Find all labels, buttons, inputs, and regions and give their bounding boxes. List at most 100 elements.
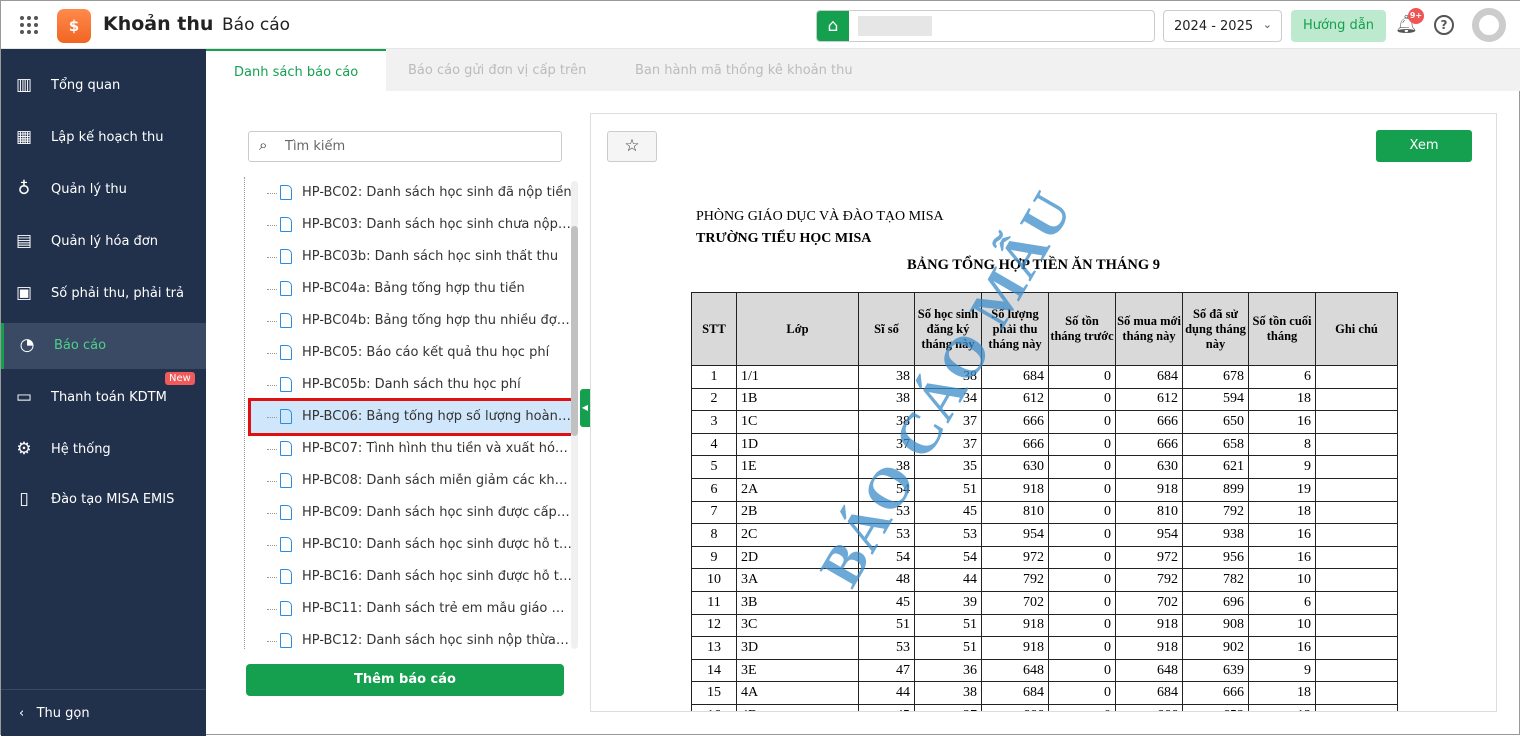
table-cell [1315, 455, 1398, 479]
avatar[interactable] [1472, 8, 1506, 42]
report-item[interactable]: HP-BC16: Danh sách học sinh được hỗ trợ … [251, 561, 571, 593]
table-cell [1315, 658, 1398, 683]
report-item-label: HP-BC03: Danh sách học sinh chưa nộp/nợ … [302, 217, 571, 232]
table-cell: 0 [1048, 523, 1116, 547]
table-cell: 0 [1048, 477, 1116, 502]
report-item[interactable]: HP-BC11: Danh sách trẻ em mẫu giáo được … [251, 593, 571, 625]
table-cell: 902 [1182, 636, 1249, 660]
table-cell: 0 [1048, 658, 1116, 683]
report-item-label: HP-BC04b: Bảng tổng hợp thu nhiều đợt/nh… [302, 313, 571, 328]
table-cell: 53 [858, 636, 915, 660]
table-cell: 653 [1182, 703, 1249, 711]
app-grid-icon[interactable] [20, 16, 38, 34]
column-header: Sĩ số [858, 292, 915, 366]
collapse-button[interactable]: ‹ Thu gọn [1, 689, 206, 736]
search-icon: ⌕ [259, 136, 268, 154]
column-header: Số mua mới tháng này [1115, 292, 1183, 366]
report-item[interactable]: HP-BC07: Tình hình thu tiền và xuất hóa … [251, 433, 571, 465]
sidebar-item-label: Hệ thống [51, 442, 111, 457]
scrollbar[interactable] [571, 181, 578, 649]
sidebar-item-1[interactable]: ▦ Lập kế hoạch thu [1, 115, 206, 161]
report-item[interactable]: HP-BC03: Danh sách học sinh chưa nộp/nợ … [251, 209, 571, 241]
search-input[interactable]: ⌕ Tìm kiếm [248, 131, 562, 162]
invoice-icon: ▤ [15, 231, 33, 251]
table-cell: 666 [1182, 681, 1249, 705]
table-cell: 954 [1115, 523, 1183, 547]
tab-statistic-codes[interactable]: Ban hành mã thống kê khoản thu [635, 63, 853, 78]
table-row: 2 1B 38 34 612 0 612 594 18 [691, 387, 1398, 412]
report-item-label: HP-BC07: Tình hình thu tiền và xuất hóa … [302, 441, 571, 456]
report-item-label: HP-BC05b: Danh sách thu học phí [302, 377, 521, 392]
tree-connector [267, 545, 277, 546]
table-cell: 14 [691, 658, 737, 683]
table-cell: 44 [914, 568, 982, 592]
star-icon[interactable]: ☆ [607, 131, 657, 162]
report-item[interactable]: HP-BC03b: Danh sách học sinh thất thu [251, 241, 571, 273]
document-icon [280, 345, 292, 360]
report-item-label: HP-BC05: Báo cáo kết quả thu học phí [302, 345, 550, 360]
table-cell: 938 [1182, 523, 1249, 547]
table-cell: 972 [981, 545, 1049, 570]
table-cell [1315, 477, 1398, 502]
view-button[interactable]: Xem [1376, 130, 1472, 162]
tree-connector [267, 577, 277, 578]
table-cell: 4 [691, 432, 737, 457]
sidebar-item-5[interactable]: ◔ Báo cáo [1, 323, 206, 369]
tab-report-list[interactable]: Danh sách báo cáo [206, 49, 387, 91]
app-name: Khoản thu [103, 13, 214, 35]
sidebar-item-label: Tổng quan [51, 78, 121, 93]
report-item[interactable]: HP-BC05: Báo cáo kết quả thu học phí [251, 337, 571, 369]
chevron-down-icon: ⌄ [1262, 18, 1272, 31]
table-cell: 0 [1048, 568, 1116, 592]
table-cell: 12 [691, 613, 737, 638]
table-cell: 918 [1115, 636, 1183, 660]
table-cell: 1E [736, 455, 859, 479]
report-preview: ☆ Xem PHÒNG GIÁO DỤC VÀ ĐÀO TẠO MISA TRƯ… [590, 113, 1497, 712]
column-header: Số tồn cuối tháng [1248, 292, 1316, 366]
sidebar-item-0[interactable]: ▥ Tổng quan [1, 63, 206, 109]
table-cell: 908 [1182, 613, 1249, 638]
school-year-select[interactable]: 2024 - 2025 ⌄ [1163, 10, 1282, 42]
table-cell: 3D [736, 636, 859, 660]
sidebar-item-2[interactable]: ♁ Quản lý thu [1, 167, 206, 213]
sidebar-item-7[interactable]: ⚙ Hệ thống [1, 427, 206, 473]
table-cell: 918 [1115, 477, 1183, 502]
table-cell: 18 [1248, 500, 1316, 525]
table-cell: 1/1 [736, 365, 859, 389]
table-cell: 0 [1048, 545, 1116, 570]
document-icon [280, 281, 292, 296]
report-item[interactable]: HP-BC02: Danh sách học sinh đã nộp tiền [251, 177, 571, 209]
guide-button[interactable]: Hướng dẫn [1291, 10, 1386, 42]
tab-reports-to-superior[interactable]: Báo cáo gửi đơn vị cấp trên [408, 63, 586, 78]
school-selector[interactable]: ⌂ [816, 10, 1155, 42]
report-item[interactable]: HP-BC12: Danh sách học sinh nộp thừa tiề… [251, 625, 571, 649]
tree-connector [267, 225, 277, 226]
document-icon [280, 537, 292, 552]
report-item[interactable]: HP-BC10: Danh sách học sinh được hỗ trợ … [251, 529, 571, 561]
table-cell: 666 [981, 703, 1049, 711]
sidebar-item-3[interactable]: ▤ Quản lý hóa đơn [1, 219, 206, 265]
sidebar-item-8[interactable]: ▯ Đào tạo MISA EMIS [1, 477, 206, 523]
report-item[interactable]: HP-BC09: Danh sách học sinh được cấp bù … [251, 497, 571, 529]
table-cell [1315, 590, 1398, 615]
table-cell: 684 [1115, 681, 1183, 705]
table-cell: 51 [914, 613, 982, 638]
report-item[interactable]: HP-BC05b: Danh sách thu học phí [251, 369, 571, 401]
sidebar-item-6[interactable]: ▭ Thanh toán KDTM New [1, 372, 206, 421]
table-row: 5 1E 38 35 630 0 630 621 9 [691, 455, 1398, 479]
help-icon[interactable]: ? [1434, 15, 1454, 35]
collapse-label: Thu gọn [36, 706, 90, 721]
report-item[interactable]: HP-BC06: Bảng tổng hợp số lượng hoàn trả… [248, 398, 571, 436]
report-item[interactable]: HP-BC04a: Bảng tổng hợp thu tiền [251, 273, 571, 305]
collapse-panel-handle[interactable]: ◀ [580, 389, 590, 427]
add-report-button[interactable]: Thêm báo cáo [246, 664, 564, 696]
new-badge: New [165, 372, 195, 385]
report-item[interactable]: HP-BC08: Danh sách miễn giảm các khoản t… [251, 465, 571, 497]
report-item[interactable]: HP-BC04b: Bảng tổng hợp thu nhiều đợt/nh… [251, 305, 571, 337]
table-cell [1315, 387, 1398, 412]
table-cell: 918 [981, 636, 1049, 660]
sidebar-item-4[interactable]: ▣ Số phải thu, phải trả [1, 271, 206, 317]
table-row: 4 1D 37 37 666 0 666 658 8 [691, 432, 1398, 457]
table-cell: 45 [858, 590, 915, 615]
table-cell: 37 [914, 703, 982, 711]
